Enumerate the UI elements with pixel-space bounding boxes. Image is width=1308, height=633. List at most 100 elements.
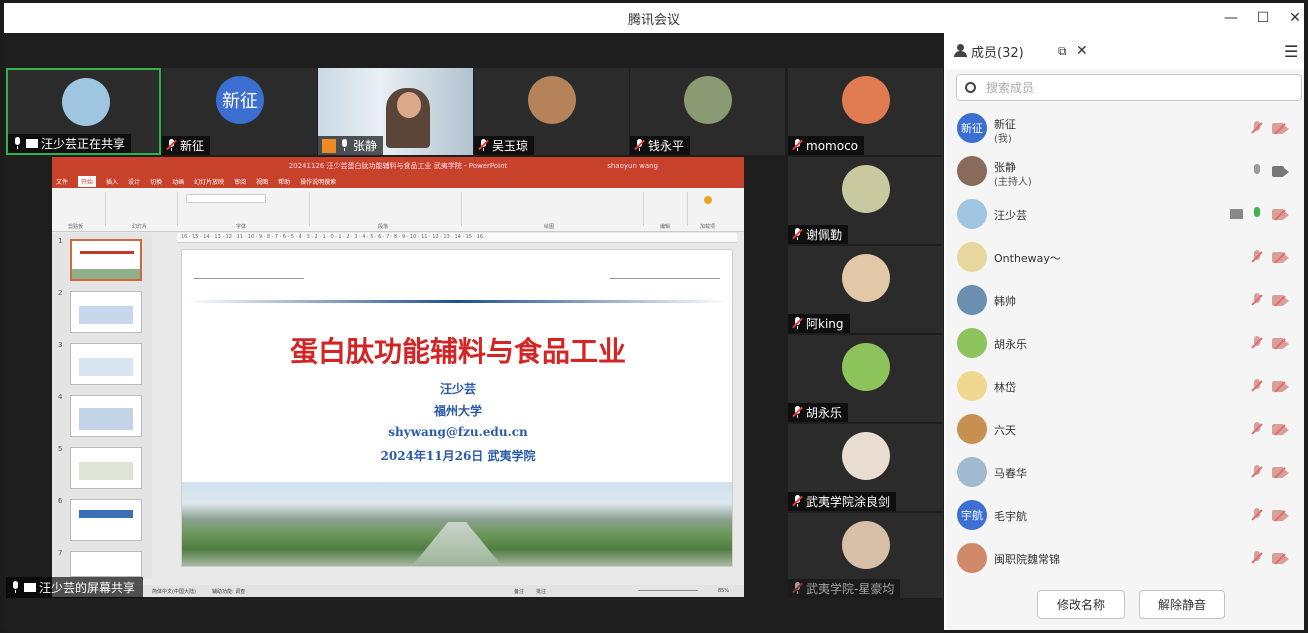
slide-thumbnail[interactable] — [70, 551, 142, 577]
member-row[interactable]: Ontheway～ — [946, 237, 1304, 280]
microphone-muted-icon[interactable] — [1251, 378, 1263, 394]
participant-name: 阿king — [806, 317, 844, 331]
ppt-tab[interactable]: 幻灯片放映 — [194, 177, 224, 186]
participant-name: 钱永平 — [648, 139, 685, 153]
camera-off-icon[interactable] — [1272, 338, 1289, 350]
video-tile[interactable]: 胡永乐 — [788, 335, 943, 422]
microphone-muted-icon[interactable] — [1251, 550, 1263, 566]
rename-button[interactable]: 修改名称 — [1037, 590, 1125, 619]
video-tile[interactable]: 武夷学院涂良剑 — [788, 424, 943, 511]
camera-off-icon[interactable] — [1272, 123, 1289, 135]
name-tag: 武夷学院涂良剑 — [788, 492, 897, 511]
camera-off-icon[interactable] — [1272, 510, 1289, 522]
microphone-muted-icon — [166, 139, 177, 152]
video-tile[interactable]: 钱永平 — [630, 68, 785, 155]
menu-icon[interactable]: ☰ — [1284, 42, 1298, 61]
member-avatar — [957, 242, 987, 272]
member-row[interactable]: 闽职院魏常锦 — [946, 538, 1304, 581]
slide-thumbnail[interactable] — [70, 239, 142, 281]
microphone-muted-icon[interactable] — [1251, 421, 1263, 437]
camera-off-icon[interactable] — [1272, 424, 1289, 436]
ppt-tab[interactable]: 插入 — [106, 177, 118, 186]
slide-thumbnail[interactable] — [70, 447, 142, 489]
ppt-ribbon-tabs: 文件 开始 插入 设计 切换 动画 幻灯片放映 审阅 视图 帮助 操作说明搜索 — [52, 174, 744, 188]
close-panel-icon[interactable]: ✕ — [1076, 43, 1088, 59]
camera-off-icon[interactable] — [1272, 209, 1289, 221]
member-row[interactable]: 六天 — [946, 409, 1304, 452]
video-tile-sharer[interactable]: 汪少芸正在共享 — [6, 68, 161, 155]
video-tile[interactable]: 武夷学院-星豪均 — [788, 513, 943, 598]
video-tile[interactable]: 新征 新征 — [162, 68, 317, 155]
member-row[interactable]: 林岱 — [946, 366, 1304, 409]
camera-off-icon[interactable] — [1272, 553, 1289, 565]
slide-thumbnail[interactable] — [70, 343, 142, 385]
meeting-window: 腾讯会议 — ☐ ✕ 汪少芸正在共享 新征 新征 张静 吴玉琼 钱永平 momo… — [4, 3, 1304, 630]
member-row[interactable]: 韩帅 — [946, 280, 1304, 323]
member-row[interactable]: 马春华 — [946, 452, 1304, 495]
screen-share-tag: 汪少芸的屏幕共享 — [6, 577, 144, 598]
member-row[interactable]: 宇航 毛宇航 — [946, 495, 1304, 538]
ppt-tab[interactable]: 文件 — [56, 177, 68, 186]
member-row[interactable]: 张静 (主持人) — [946, 151, 1304, 194]
microphone-icon[interactable] — [1251, 163, 1263, 179]
member-row[interactable]: 汪少芸 — [946, 194, 1304, 237]
ppt-tab[interactable]: 视图 — [256, 177, 268, 186]
video-tile[interactable]: 吴玉琼 — [474, 68, 629, 155]
ribbon-group: 字体 — [180, 192, 310, 230]
microphone-icon — [339, 139, 350, 152]
member-name: Ontheway～ — [994, 252, 1061, 265]
camera-off-icon[interactable] — [1272, 381, 1289, 393]
avatar — [842, 165, 890, 213]
microphone-muted-icon[interactable] — [1251, 249, 1263, 265]
video-tile[interactable]: 阿king — [788, 246, 943, 333]
video-tile[interactable]: 谢佩勤 — [788, 157, 943, 244]
video-tile[interactable]: momoco — [788, 68, 943, 155]
microphone-muted-icon[interactable] — [1251, 335, 1263, 351]
member-name: 林岱 — [994, 381, 1016, 394]
microphone-icon[interactable] — [1251, 206, 1263, 222]
microphone-muted-icon[interactable] — [1251, 464, 1263, 480]
member-row[interactable]: 新征 新征 (我) — [946, 108, 1304, 151]
campus-photo — [182, 482, 732, 566]
member-name: 胡永乐 — [994, 338, 1027, 351]
ppt-tab[interactable]: 动画 — [172, 177, 184, 186]
participant-name: 新征 — [180, 139, 205, 153]
video-tile-camera[interactable]: 张静 — [318, 68, 473, 155]
member-row[interactable]: 胡永乐 — [946, 323, 1304, 366]
ppt-tab[interactable]: 切换 — [150, 177, 162, 186]
avatar — [62, 78, 110, 126]
slide-thumbnail[interactable] — [70, 499, 142, 541]
popout-icon[interactable]: ⧉ — [1058, 44, 1067, 59]
microphone-muted-icon — [478, 139, 489, 152]
ppt-tab-active[interactable]: 开始 — [78, 175, 97, 187]
slide-thumbnail[interactable] — [70, 291, 142, 333]
member-avatar — [957, 199, 987, 229]
ppt-tab[interactable]: 帮助 — [278, 177, 290, 186]
slide-canvas[interactable]: 蛋白肽功能辅料与食品工业 汪少芸 福州大学 shywang@fzu.edu.cn… — [181, 249, 733, 567]
minimize-button[interactable]: — — [1216, 3, 1246, 33]
member-avatar — [957, 457, 987, 487]
unmute-button[interactable]: 解除静音 — [1139, 590, 1225, 619]
camera-icon[interactable] — [1272, 166, 1289, 177]
microphone-muted-icon[interactable] — [1251, 120, 1263, 136]
ppt-tab[interactable]: 设计 — [128, 177, 140, 186]
microphone-muted-icon[interactable] — [1251, 292, 1263, 308]
slide-thumbnail[interactable] — [70, 395, 142, 437]
ppt-tab[interactable]: 审阅 — [234, 177, 246, 186]
video-area: 汪少芸正在共享 新征 新征 张静 吴玉琼 钱永平 momoco 谢佩勤 阿kin… — [4, 33, 944, 630]
shared-screen-powerpoint[interactable]: 20241126 汪少芸蛋白肽功能辅料与食品工业 武夷学院 - PowerPoi… — [52, 157, 744, 597]
camera-off-icon[interactable] — [1272, 295, 1289, 307]
camera-off-icon[interactable] — [1272, 467, 1289, 479]
member-search-input[interactable]: 搜索成员 — [956, 74, 1302, 101]
member-avatar — [957, 371, 987, 401]
avatar — [842, 521, 890, 569]
ppt-status-bar: 简体中文(中国大陆) 辅助功能: 调查 备注 批注 85% — [52, 585, 744, 597]
ppt-search[interactable]: 操作说明搜索 — [300, 177, 336, 186]
maximize-button[interactable]: ☐ — [1248, 3, 1278, 33]
member-name: 六天 — [994, 424, 1016, 437]
close-button[interactable]: ✕ — [1280, 3, 1308, 33]
avatar — [528, 76, 576, 124]
microphone-muted-icon[interactable] — [1251, 507, 1263, 523]
microphone-muted-icon — [792, 139, 803, 152]
camera-off-icon[interactable] — [1272, 252, 1289, 264]
